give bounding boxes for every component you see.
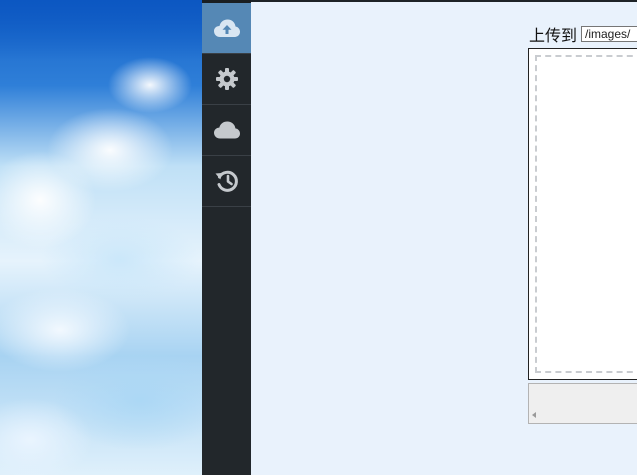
upload-dropzone[interactable] xyxy=(528,48,637,380)
cloud-icon xyxy=(213,120,241,140)
sidebar-item-upload[interactable] xyxy=(202,3,251,54)
main-panel: 上传到 xyxy=(251,0,637,475)
upload-path-input[interactable] xyxy=(581,26,637,42)
sidebar-item-settings[interactable] xyxy=(202,54,251,105)
sidebar-item-history[interactable] xyxy=(202,156,251,207)
top-border xyxy=(251,0,637,2)
sidebar xyxy=(202,0,251,475)
gear-icon xyxy=(215,67,239,91)
dropzone-dashed-area xyxy=(535,55,637,373)
background-sky-image xyxy=(0,0,202,475)
upload-to-label: 上传到 xyxy=(529,26,578,45)
sidebar-item-cloud[interactable] xyxy=(202,105,251,156)
history-icon xyxy=(214,169,240,193)
file-list-box[interactable] xyxy=(528,383,637,424)
cloud-upload-icon xyxy=(213,17,241,39)
upload-destination-row: 上传到 xyxy=(529,24,637,45)
scroll-left-arrow-icon[interactable] xyxy=(532,412,536,418)
